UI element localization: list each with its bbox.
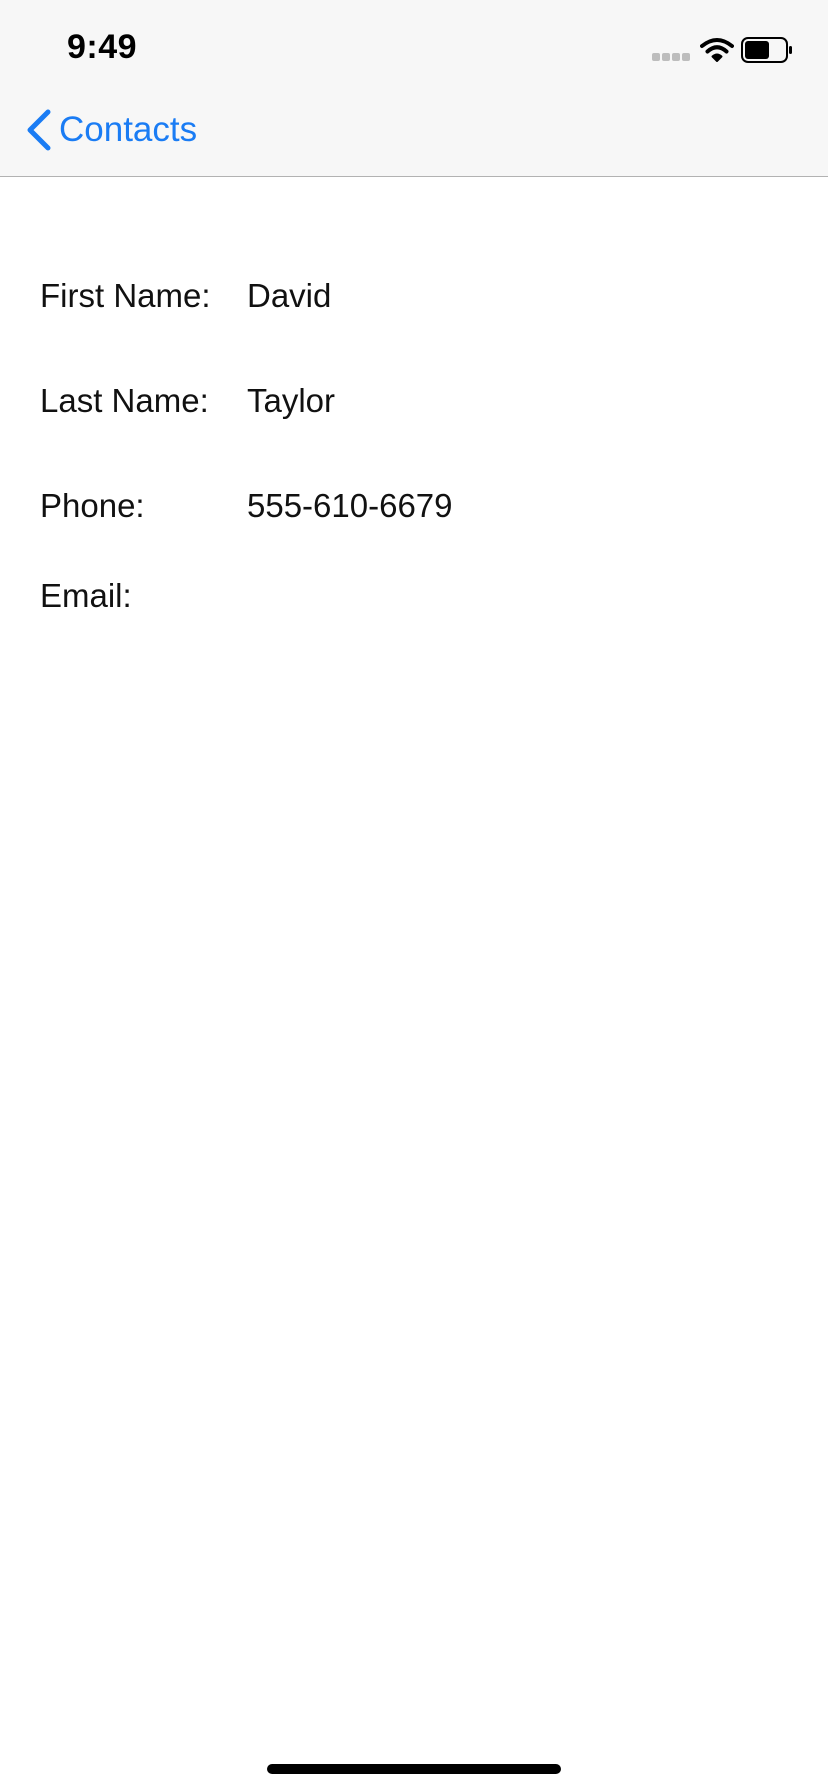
first-name-value: David: [247, 277, 332, 314]
last-name-value: Taylor: [247, 382, 336, 419]
home-indicator[interactable]: [267, 1764, 561, 1774]
navigation-bar: 9:49 Contacts: [0, 0, 828, 177]
first-name-label: First Name:: [40, 277, 211, 314]
status-bar-time: 9:49: [67, 28, 138, 66]
last-name-label: Last Name:: [40, 382, 209, 419]
chevron-left-icon: [27, 109, 51, 151]
phone-value: 555-610-6679: [247, 487, 453, 524]
back-button[interactable]: Contacts: [24, 106, 197, 154]
phone-label: Phone:: [40, 487, 145, 524]
cellular-signal-icon: [652, 53, 690, 61]
wifi-icon: [700, 38, 734, 62]
battery-icon: [741, 37, 792, 63]
email-label: Email:: [40, 577, 132, 614]
back-button-label: Contacts: [59, 110, 198, 149]
